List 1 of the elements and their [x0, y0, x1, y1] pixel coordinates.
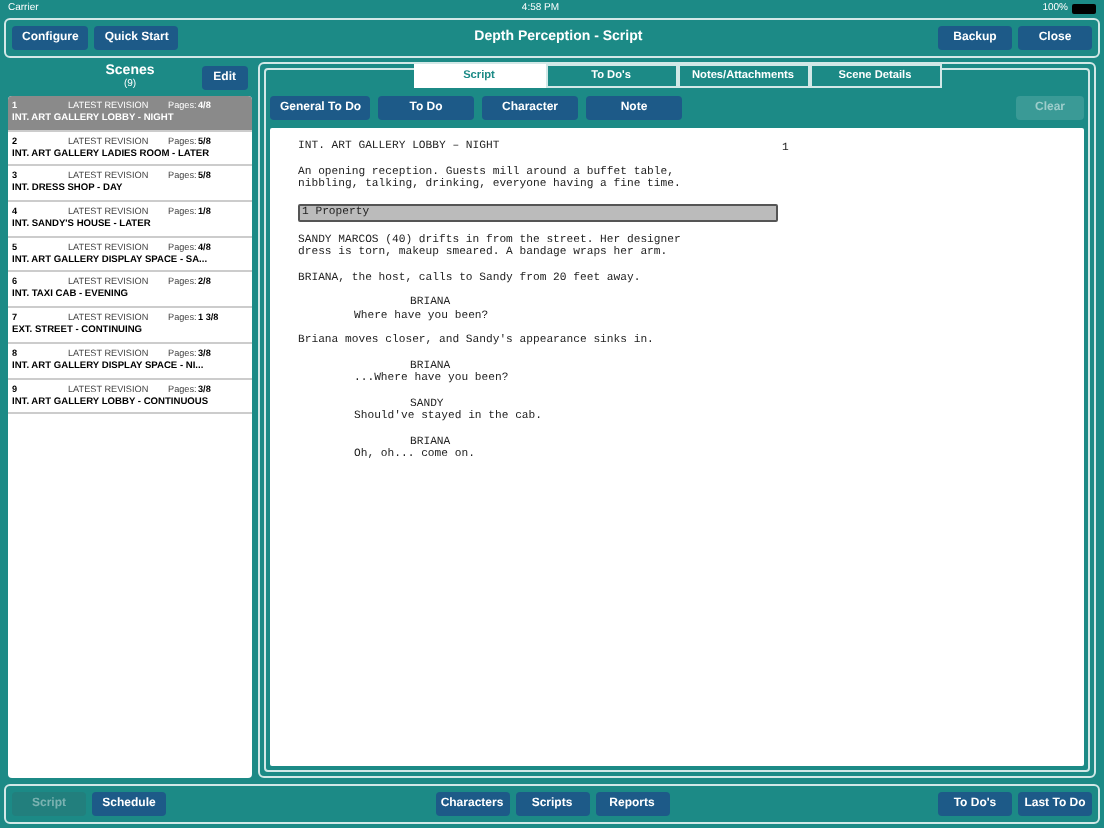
battery-icon	[1071, 4, 1096, 14]
